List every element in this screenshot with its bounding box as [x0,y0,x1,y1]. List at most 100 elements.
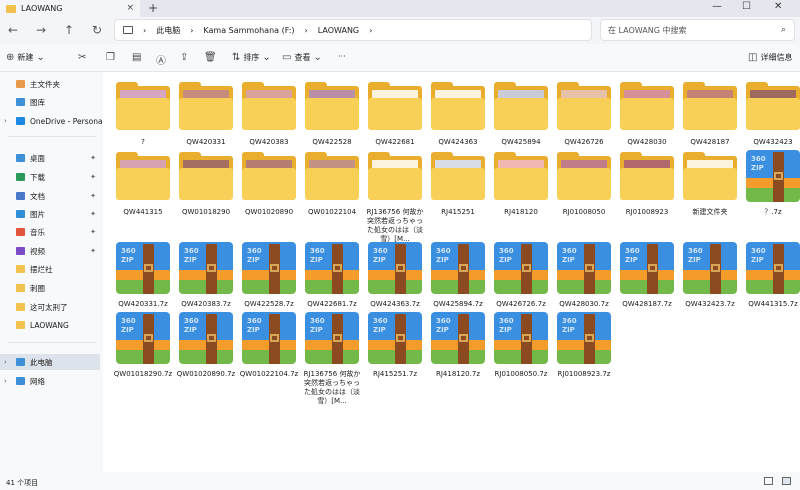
sort-button[interactable]: ⇅ 排序 ⌄ [232,52,271,63]
search-input[interactable]: 在 LAOWANG 中搜索 ⌕ [600,19,795,41]
archive-icon: 360 ZIP [242,242,296,298]
delete-button[interactable]: 🗑 [204,52,217,63]
details-button[interactable]: ◫ 详细信息 [748,52,792,63]
sidebar-item-label: 桌面 [30,153,45,163]
sidebar-item[interactable]: 文档 ✦ [0,188,100,204]
tab-close-icon[interactable]: × [126,3,134,13]
chevron-right-icon[interactable]: › [4,358,7,366]
file-name: QW425894 [501,138,541,146]
file-name: ？.7z [764,208,782,216]
share-button[interactable]: ⇪ [180,52,188,63]
file-name: QW420331.7z [118,300,168,308]
pin-icon: ✦ [90,173,96,181]
cut-button[interactable]: ✂ [78,52,86,63]
file-name: QW428187.7z [622,300,672,308]
breadcrumb-item[interactable]: Kama Sammohana (F:) [203,26,294,35]
sidebar-item-label: 视频 [30,246,45,256]
file-name: QW425894.7z [433,300,483,308]
sidebar-item[interactable]: LAOWANG [0,317,100,333]
folder-icon [683,150,737,206]
details-icon: ◫ [748,52,758,63]
forward-button[interactable]: → [36,23,46,37]
folder-icon [557,150,611,206]
folder-icon [620,150,674,206]
file-name: ? [141,138,145,146]
sidebar-item[interactable]: 下载 ✦ [0,169,100,185]
chevron-right-icon[interactable]: › [4,377,7,385]
close-window-button[interactable]: ✕ [774,1,782,12]
sidebar-item[interactable]: 主文件夹 [0,76,100,92]
view-button[interactable]: ▭ 查看 ⌄ [282,52,322,63]
trash-icon: 🗑 [204,52,217,63]
folder-icon [242,80,296,136]
pin-icon: ✦ [90,154,96,162]
sidebar-item-label: 文档 [30,191,45,201]
new-tab-button[interactable]: + [148,1,158,15]
sidebar-item[interactable]: 图库 [0,94,100,110]
view-icon: ▭ [282,52,292,63]
breadcrumb-item[interactable]: LAOWANG [318,26,359,35]
details-view-icon[interactable] [764,477,773,485]
refresh-button[interactable]: ↻ [92,23,102,37]
folder-icon [620,80,674,136]
sidebar-item[interactable]: 这可太刑了 [0,299,100,315]
title-bar: LAOWANG × + — ☐ ✕ [0,0,800,17]
pin-icon: ✦ [90,228,96,236]
folder-icon [305,80,359,136]
file-name: QW428030 [627,138,667,146]
more-button[interactable]: ··· [338,52,346,61]
paste-icon: ▤ [132,52,142,63]
archive-icon: 360 ZIP [368,312,422,368]
sidebar-item[interactable]: 视频 ✦ [0,243,100,259]
large-icons-view-icon[interactable] [782,477,791,485]
folder-icon [305,150,359,206]
archive-icon: 360 ZIP [305,312,359,368]
sidebar-item-label: 这可太刑了 [30,302,68,312]
breadcrumb-item[interactable]: 此电脑 [156,25,180,36]
sidebar-item[interactable]: 摆烂社 [0,261,100,277]
copy-button[interactable]: ❐ [106,52,115,63]
rename-button[interactable]: Ⓐ [156,52,166,67]
new-button[interactable]: ⊕ 新建 ⌄ [6,52,45,63]
folder-icon [242,150,296,206]
archive-icon: 360 ZIP [116,242,170,298]
document-icon [16,192,25,200]
archive-icon: 360 ZIP [368,242,422,298]
pictures-icon [16,210,25,218]
file-name: RJ418120 [504,208,538,216]
maximize-button[interactable]: ☐ [742,1,751,12]
file-name: RJ01008050 [562,208,606,216]
file-name: QW420383 [249,138,289,146]
file-name: 新建文件夹 [692,208,728,216]
sidebar-item[interactable]: › 网络 [0,373,100,389]
sidebar-item[interactable]: › 此电脑 [0,354,100,370]
up-button[interactable]: ↑ [64,23,74,37]
desktop-icon [16,154,25,162]
file-name: QW422681 [375,138,415,146]
sidebar-item[interactable]: 音乐 ✦ [0,224,100,240]
archive-icon: 360 ZIP [179,312,233,368]
address-bar[interactable]: › 此电脑 › Kama Sammohana (F:) › LAOWANG › [114,19,592,41]
sidebar-item[interactable]: 刺圈 [0,280,100,296]
folder-icon [16,321,25,329]
sidebar-item-label: 网络 [30,376,45,386]
sidebar-item[interactable]: › OneDrive - Personal [0,113,105,129]
archive-icon: 360 ZIP [494,242,548,298]
minimize-button[interactable]: — [712,1,722,12]
chevron-right-icon[interactable]: › [4,117,7,125]
file-name: QW01022104.7z [239,370,299,378]
file-name: RJ01008923 [625,208,669,216]
gallery-icon [16,98,25,106]
paste-button[interactable]: ▤ [132,52,141,63]
item-count: 41 个项目 [6,479,39,487]
file-name: RJ01008923.7z [557,370,611,378]
folder-icon [494,150,548,206]
sidebar-item[interactable]: 图片 ✦ [0,206,100,222]
tab-laowang[interactable]: LAOWANG × [0,0,140,17]
chevron-down-icon: ⌄ [36,52,45,63]
file-name: RJ136756 何故か突然若返っちゃった処女のはは（淡雪）[M... [303,370,361,405]
folder-icon [16,265,25,273]
archive-icon: 360 ZIP [242,312,296,368]
back-button[interactable]: ← [8,23,18,37]
sidebar-item[interactable]: 桌面 ✦ [0,150,100,166]
